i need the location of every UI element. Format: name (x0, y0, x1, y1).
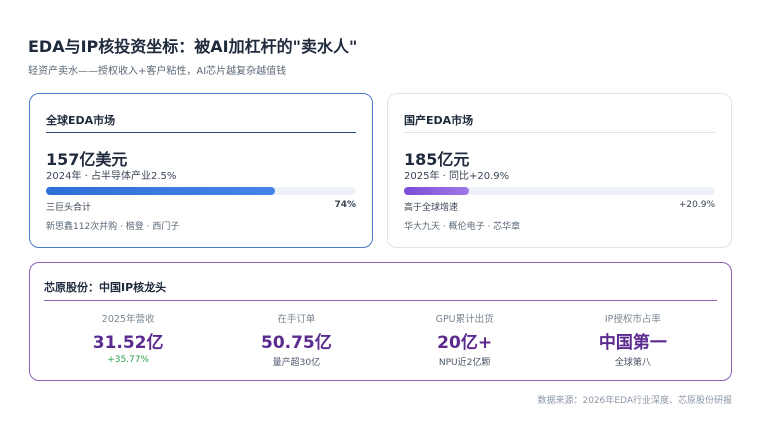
metric-sub: NPU近2亿颗 (438, 358, 491, 368)
global-eda-card-title: 全球EDA市场 (46, 114, 116, 127)
global-eda-share-bar-fill (46, 187, 276, 195)
metric-label: 在手订单 (277, 314, 316, 325)
global-eda-bar-percent: 74% (334, 200, 356, 210)
metric-value: 50.75亿 (260, 333, 332, 353)
metric-revenue: 2025年营收 31.52亿 +35.77% (44, 311, 212, 371)
verisilicon-card: 芯原股份：中国IP核龙头 2025年营收 31.52亿 +35.77% 在手订单… (29, 262, 732, 381)
domestic-eda-bar-percent: +20.9% (678, 200, 715, 210)
global-eda-card: 全球EDA市场 157亿美元 2024年 · 占半导体产业2.5% 三巨头合计 … (29, 93, 373, 248)
metric-value: 中国第一 (598, 333, 667, 353)
global-eda-market-detail: 2024年 · 占半导体产业2.5% (46, 171, 177, 182)
data-source-note: 数据来源：2026年EDA行业深度、芯原股份研报 (537, 396, 732, 406)
verisilicon-metrics: 2025年营收 31.52亿 +35.77% 在手订单 50.75亿 量产超30… (44, 311, 717, 371)
metric-label: GPU累计出货 (435, 314, 494, 325)
verisilicon-card-title: 芯原股份：中国IP核龙头 (44, 281, 167, 294)
domestic-eda-card: 国产EDA市场 185亿元 2025年 · 同比+20.9% 高于全球增速 +2… (387, 93, 732, 248)
domestic-eda-growth-bar (404, 187, 715, 195)
domestic-eda-card-title: 国产EDA市场 (404, 114, 474, 127)
domestic-eda-growth-bar-fill (404, 187, 469, 195)
metric-label: IP授权市占率 (604, 314, 661, 325)
domestic-eda-vendors-note: 华大九天 · 概伦电子 · 芯华章 (404, 222, 521, 232)
global-eda-bar-label: 三巨头合计 (46, 203, 92, 213)
metric-label: 2025年营收 (101, 314, 155, 325)
metric-sub: 全球第八 (614, 358, 651, 368)
metric-value: 20亿+ (437, 333, 493, 353)
page-subtitle: 轻资产卖水——授权收入+客户粘性，AI芯片越复杂越值钱 (28, 66, 287, 77)
metric-gpu-shipments: GPU累计出货 20亿+ NPU近2亿颗 (381, 311, 549, 371)
verisilicon-card-divider (44, 300, 717, 301)
metric-ip-market-share: IP授权市占率 中国第一 全球第八 (549, 311, 717, 371)
global-eda-card-divider (46, 132, 356, 133)
global-eda-vendors-note: 新思鑫112次并购 · 楷登 · 西门子 (46, 222, 180, 232)
domestic-eda-bar-label: 高于全球增速 (404, 203, 459, 213)
global-eda-share-bar (46, 187, 356, 195)
metric-sub: +35.77% (107, 355, 150, 365)
domestic-eda-card-divider (404, 132, 715, 133)
domestic-eda-market-detail: 2025年 · 同比+20.9% (404, 171, 510, 182)
metric-backlog: 在手订单 50.75亿 量产超30亿 (212, 311, 380, 371)
page-title: EDA与IP核投资坐标：被AI加杠杆的"卖水人" (28, 37, 358, 56)
metric-value: 31.52亿 (92, 333, 164, 353)
metric-sub: 量产超30亿 (272, 358, 321, 368)
